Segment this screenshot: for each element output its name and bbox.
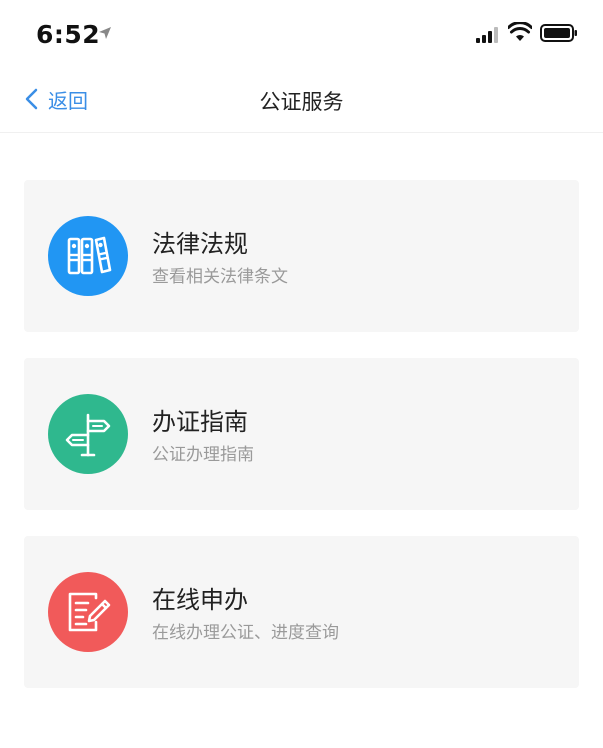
service-description: 查看相关法律条文 (152, 267, 288, 287)
service-title: 在线申办 (152, 586, 248, 614)
signpost-icon (48, 394, 128, 474)
service-card-laws[interactable]: 法律法规 查看相关法律条文 (24, 180, 579, 332)
service-card-guide[interactable]: 办证指南 公证办理指南 (24, 358, 579, 510)
service-description: 在线办理公证、进度查询 (152, 623, 339, 643)
service-card-online[interactable]: 在线申办 在线办理公证、进度查询 (24, 536, 579, 688)
books-icon (48, 216, 128, 296)
document-edit-icon (48, 572, 128, 652)
battery-icon (540, 24, 577, 42)
page-title: 公证服务 (259, 90, 344, 114)
navigation-bar: 返回 公证服务 (0, 68, 603, 133)
service-description: 公证办理指南 (152, 445, 254, 465)
service-title: 办证指南 (152, 408, 248, 436)
phone-screen: 6:52 返回 公证服务 法律法规 查看相关法律条文 办证指南 公证办理指南 在… (0, 0, 603, 748)
status-time: 6:52 (36, 20, 101, 49)
wifi-icon (508, 22, 532, 41)
location-arrow-icon (99, 27, 111, 39)
cellular-signal-icon (476, 27, 498, 43)
status-bar: 6:52 (0, 0, 603, 68)
service-title: 法律法规 (152, 230, 248, 258)
